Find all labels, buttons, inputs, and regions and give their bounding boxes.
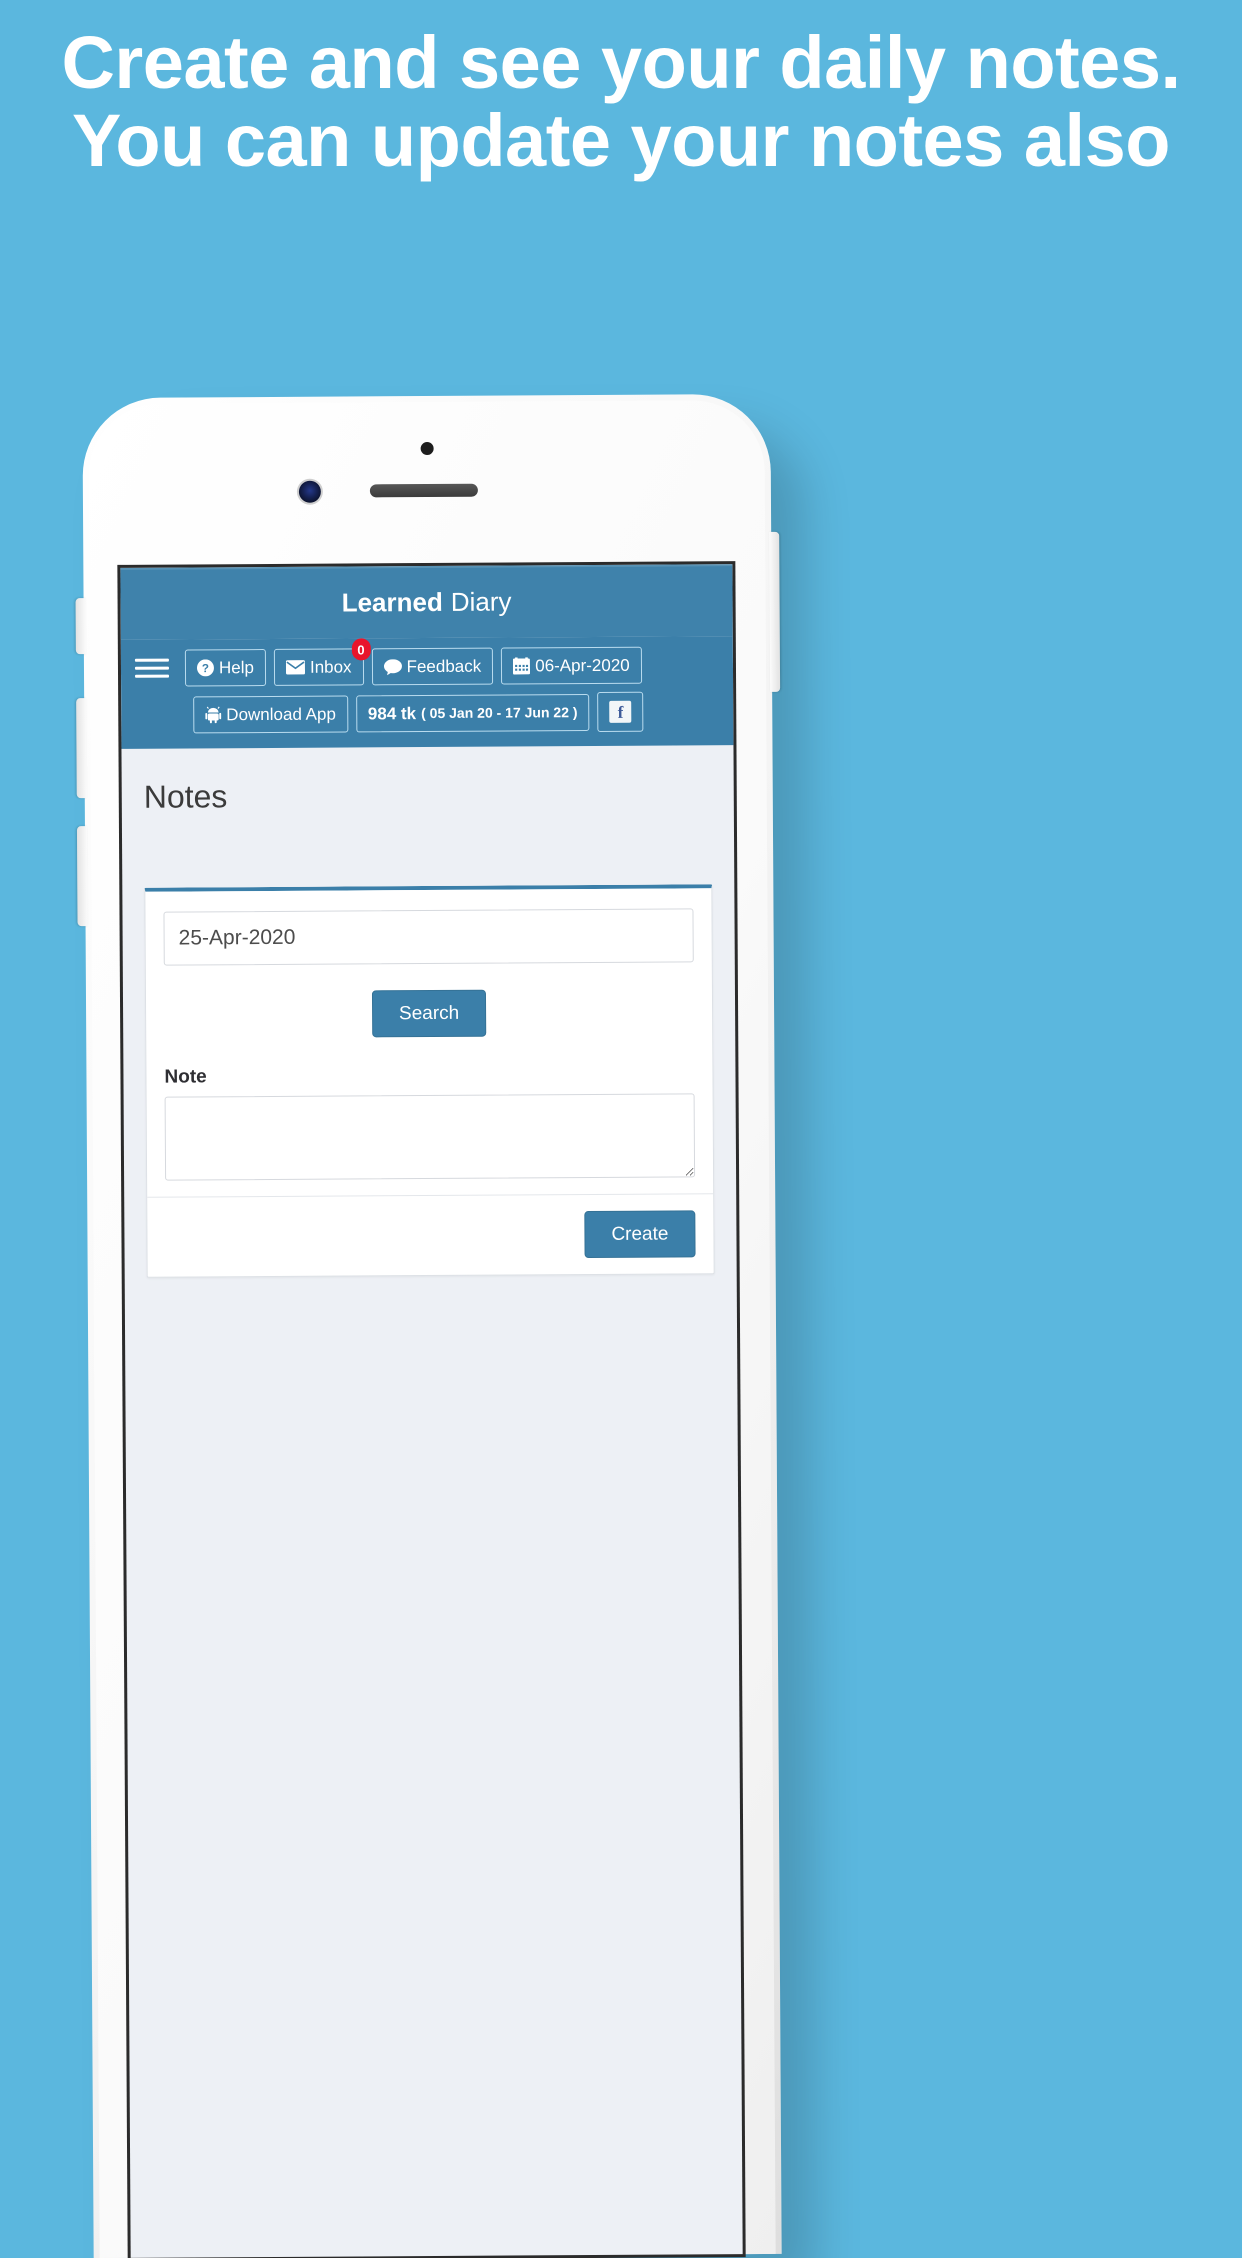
calendar-icon xyxy=(513,657,531,675)
phone-volume-up-button xyxy=(76,698,87,799)
inbox-badge: 0 xyxy=(351,638,371,661)
svg-text:?: ? xyxy=(202,662,209,675)
question-circle-icon: ? xyxy=(196,659,214,677)
search-button[interactable]: Search xyxy=(371,989,487,1038)
date-button-label: 06-Apr-2020 xyxy=(535,655,630,676)
inbox-button-label: Inbox xyxy=(309,657,352,677)
app-navbar: ? Help Inbox 0 Feedback 06-Apr-2020 Down… xyxy=(120,636,734,749)
phone-volume-down-button xyxy=(76,826,88,927)
subscription-amount: 984 tk xyxy=(367,703,417,723)
inbox-button[interactable]: Inbox 0 xyxy=(273,638,371,686)
notes-panel-footer: Create xyxy=(147,1193,714,1277)
feedback-button-label: Feedback xyxy=(406,656,482,677)
comment-icon xyxy=(383,658,402,675)
proximity-sensor-icon xyxy=(420,441,434,456)
search-date-input[interactable] xyxy=(163,908,694,966)
help-button-label: Help xyxy=(218,658,255,678)
app-titlebar: Learned Diary xyxy=(120,564,733,640)
note-textarea[interactable] xyxy=(164,1093,696,1181)
hamburger-bar xyxy=(134,666,169,670)
download-app-button-label: Download App xyxy=(226,704,336,724)
page-title: Notes xyxy=(143,778,228,815)
notes-panel: Search Note Create xyxy=(144,884,715,1278)
hamburger-icon[interactable] xyxy=(134,658,170,678)
date-button[interactable]: 06-Apr-2020 xyxy=(501,646,642,685)
hamburger-bar xyxy=(135,674,170,678)
phone-silent-switch xyxy=(75,598,86,655)
note-field-label: Note xyxy=(164,1066,207,1088)
android-icon xyxy=(205,706,222,723)
brand-name-bold: Learned xyxy=(341,586,443,618)
earpiece-speaker-icon xyxy=(369,483,478,498)
download-app-button[interactable]: Download App xyxy=(193,695,349,733)
facebook-button[interactable]: f xyxy=(597,691,644,732)
phone-mockup: Learned Diary ? Help Inbox 0 Feedback 06… xyxy=(75,393,782,2258)
create-button[interactable]: Create xyxy=(584,1210,696,1259)
hamburger-bar xyxy=(134,658,169,662)
subscription-range: ( 05 Jan 20 - 17 Jun 22 ) xyxy=(421,704,578,722)
notes-panel-body: Search Note xyxy=(145,888,713,1196)
search-button-row: Search xyxy=(164,988,694,1038)
help-button[interactable]: ? Help xyxy=(184,649,267,687)
phone-screen: Learned Diary ? Help Inbox 0 Feedback 06… xyxy=(120,564,743,2258)
subscription-button[interactable]: 984 tk ( 05 Jan 20 - 17 Jun 22 ) xyxy=(355,693,590,732)
phone-power-button xyxy=(769,531,781,692)
navbar-row-secondary: Download App 984 tk ( 05 Jan 20 - 17 Jun… xyxy=(121,691,733,735)
envelope-icon xyxy=(285,660,305,675)
promo-headline: Create and see your daily notes. You can… xyxy=(61,21,1181,183)
feedback-button[interactable]: Feedback xyxy=(371,647,494,686)
navbar-row-primary: ? Help Inbox 0 Feedback 06-Apr-2020 xyxy=(121,638,733,687)
front-camera-icon xyxy=(298,480,321,503)
brand-name-light: Diary xyxy=(450,586,512,617)
facebook-icon: f xyxy=(609,700,632,723)
